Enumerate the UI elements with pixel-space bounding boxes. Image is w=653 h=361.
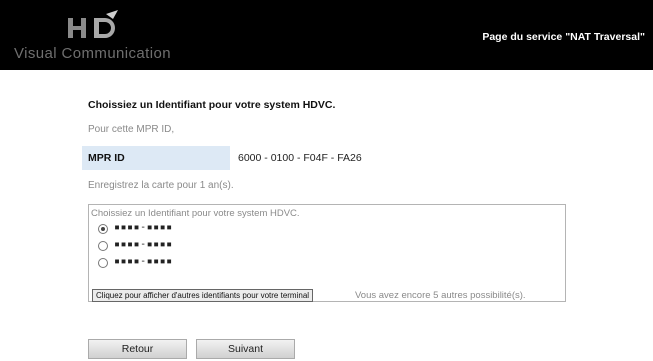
identifier-option-value: ▪▪▪▪-▪▪▪▪: [114, 239, 173, 250]
radio-button[interactable]: [98, 241, 108, 251]
mpr-id-value: 6000 - 0100 - F04F - FA26: [238, 152, 362, 164]
register-duration-label: Enregistrez la carte pour 1 an(s).: [88, 180, 234, 191]
radio-button[interactable]: [98, 258, 108, 268]
page-heading: Choissiez un Identifiant pour votre syst…: [88, 99, 336, 111]
radio-button-selected[interactable]: [98, 224, 108, 234]
remaining-possibilities-text: Vous avez encore 5 autres possibilité(s)…: [355, 290, 526, 301]
identifier-options-box: Choissiez un Identifiant pour votre syst…: [88, 204, 566, 302]
hd-logo: [68, 10, 118, 38]
identifier-option-value: ▪▪▪▪-▪▪▪▪: [114, 222, 173, 233]
back-button[interactable]: Retour: [88, 339, 187, 359]
mpr-id-label-cell: MPR ID: [82, 146, 230, 170]
show-more-identifiers-button[interactable]: Cliquez pour afficher d'autres identifia…: [92, 289, 314, 302]
header-bar: Visual Communication Page du service "NA…: [0, 0, 653, 70]
service-title: Page du service "NAT Traversal": [482, 31, 645, 43]
next-button[interactable]: Suivant: [196, 339, 295, 359]
logo-text: Visual Communication: [14, 45, 171, 62]
for-mpr-label: Pour cette MPR ID,: [88, 124, 175, 135]
options-legend: Choissiez un Identifiant pour votre syst…: [91, 208, 300, 219]
mpr-id-label: MPR ID: [88, 152, 125, 164]
identifier-option-value: ▪▪▪▪-▪▪▪▪: [114, 256, 173, 267]
